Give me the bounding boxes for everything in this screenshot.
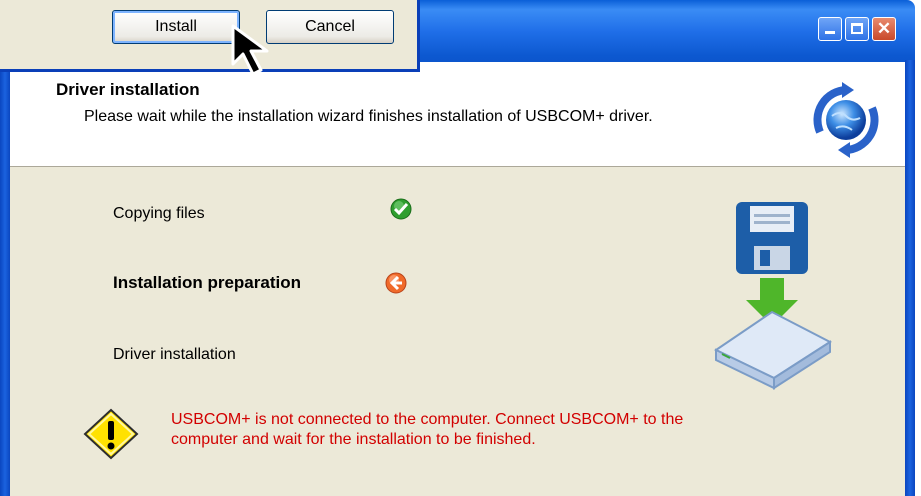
close-icon: ✕ <box>876 19 892 38</box>
maximize-button[interactable] <box>845 17 869 41</box>
confirm-dialog: Install Cancel <box>0 0 420 72</box>
close-button[interactable]: ✕ <box>872 17 896 41</box>
page-title: Driver installation <box>56 80 200 99</box>
step-copying-files: Copying files <box>113 205 205 222</box>
minimize-button[interactable] <box>818 17 842 41</box>
install-button[interactable]: Install <box>112 10 240 44</box>
checkmark-icon <box>390 198 412 220</box>
maximize-icon <box>851 23 863 34</box>
step-installation-preparation: Installation preparation <box>113 273 301 292</box>
installation-wizard-window: ✕ Driver installation Please wait while … <box>0 0 915 496</box>
floppy-to-drive-icon <box>714 202 832 390</box>
globe-sync-icon <box>813 82 879 158</box>
warning-icon <box>83 408 139 460</box>
minimize-icon <box>825 31 835 34</box>
mouse-pointer-icon <box>231 24 269 76</box>
page-subtitle: Please wait while the installation wizar… <box>84 108 653 125</box>
cancel-button[interactable]: Cancel <box>266 10 394 44</box>
window-frame-right <box>905 60 915 496</box>
warning-message: USBCOM+ is not connected to the computer… <box>171 411 684 448</box>
arrow-left-icon <box>385 272 407 294</box>
wizard-header: Driver installation Please wait while th… <box>10 62 905 167</box>
step-driver-installation: Driver installation <box>113 346 236 363</box>
window-frame-left <box>0 60 10 496</box>
